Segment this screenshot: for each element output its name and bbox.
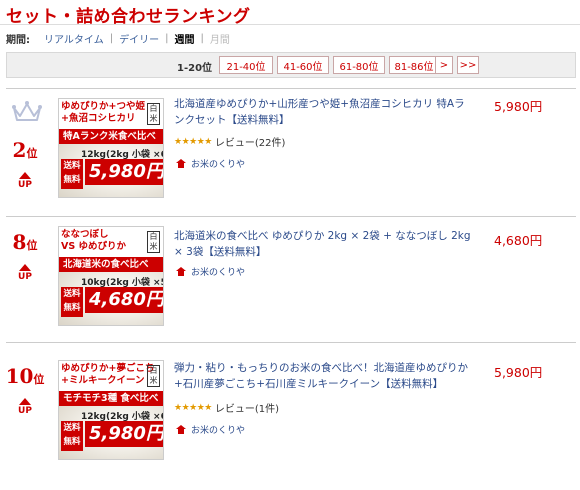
title-divider — [0, 24, 580, 25]
product-price: 5,980円 — [494, 99, 543, 114]
review-summary: ★★★★★ レビュー(22件) — [174, 134, 286, 150]
product-thumbnail[interactable]: ゆめぴりか+つや姫 +魚沼コシヒカリ 白米 特Aランク米食べ比べ 12kg(2kg… — [58, 98, 164, 198]
page-button-41-60[interactable]: 41-60位 — [277, 56, 329, 74]
product-price: 5,980円 — [494, 365, 543, 380]
rank-label: 10位 — [0, 364, 50, 388]
row-divider — [6, 342, 576, 343]
thumb-price: 5,980円 — [85, 421, 163, 447]
pagination-current: 1-20位 — [177, 63, 213, 74]
review-count-link[interactable]: レビュー(22件) — [215, 134, 286, 149]
shop-icon — [176, 267, 186, 276]
thumb-heading: ななつぼし VS ゆめぴりか — [61, 229, 147, 253]
period-realtime-link[interactable]: リアルタイム — [44, 31, 104, 46]
shop-link[interactable]: お米のくりや — [176, 157, 245, 170]
rank-number: 8 — [12, 230, 27, 254]
review-summary: ★★★★★ レビュー(1件) — [174, 400, 279, 416]
next-page-button[interactable]: > — [435, 56, 453, 74]
thumb-band: 特Aランク米食べ比べ — [59, 129, 163, 144]
period-monthly-disabled: 月間 — [209, 34, 230, 46]
shop-name: お米のくりや — [191, 426, 246, 436]
trend-up-indicator: UP — [0, 398, 50, 416]
trend-label: UP — [18, 180, 32, 190]
row-divider — [6, 216, 576, 217]
thumb-price: 5,980円 — [85, 159, 163, 185]
rating-stars: ★★★★★ — [174, 402, 212, 413]
thumb-seal: 白米 — [147, 103, 160, 125]
period-selector: 期間: リアルタイム | デイリー | 週間 | 月間 — [6, 30, 230, 46]
shop-icon — [176, 159, 186, 168]
shop-name: お米のくりや — [191, 160, 246, 170]
up-arrow-icon — [19, 172, 31, 179]
product-name-link[interactable]: 北海道産ゆめぴりか+山形産つや姫+魚沼産コシヒカリ 特Aランクセット【送料無料】 — [174, 96, 474, 128]
period-separator: | — [200, 32, 204, 44]
thumb-seal: 白米 — [147, 365, 160, 387]
rank-suffix: 位 — [26, 239, 38, 252]
thumb-seal: 白米 — [147, 231, 160, 253]
product-thumbnail[interactable]: ゆめぴりか+夢ごこち +ミルキークイーン 白米 モチモチ3種 食べ比べ 12kg(… — [58, 360, 164, 460]
up-arrow-icon — [19, 264, 31, 271]
product-price: 4,680円 — [494, 233, 543, 248]
shop-name: お米のくりや — [191, 268, 246, 278]
trend-label: UP — [18, 406, 32, 416]
thumb-line: +魚沼コシヒカリ — [61, 113, 136, 124]
thumb-line: ゆめぴりか+つや姫 — [61, 101, 145, 112]
review-count-link[interactable]: レビュー(1件) — [215, 400, 279, 415]
thumb-free-shipping: 送料無料 — [61, 287, 83, 317]
period-separator: | — [165, 32, 169, 44]
rank-number: 10 — [5, 364, 34, 388]
period-weekly-current: 週間 — [174, 34, 195, 46]
product-name-link[interactable]: 北海道米の食べ比べ ゆめぴりか 2kg × 2袋 + ななつぼし 2kg × 3… — [174, 228, 474, 260]
thumb-band: モチモチ3種 食べ比べ — [59, 391, 163, 406]
rank-label: 8位 — [0, 230, 50, 254]
thumb-line: ななつぼし — [61, 229, 109, 240]
rank-suffix: 位 — [26, 147, 38, 160]
rank-suffix: 位 — [33, 373, 45, 386]
page-button-81-86[interactable]: 81-86位 — [389, 56, 439, 74]
thumb-line: ゆめぴりか+夢ごこち — [61, 363, 155, 374]
thumb-price: 4,680円 — [85, 287, 163, 313]
thumb-heading: ゆめぴりか+つや姫 +魚沼コシヒカリ — [61, 101, 147, 125]
period-separator: | — [109, 32, 114, 44]
trend-label: UP — [18, 272, 32, 282]
product-name-link[interactable]: 弾力・粘り・もっちりのお米の食べ比べ！北海道産ゆめぴりか+石川産夢ごこち+石川産… — [174, 360, 474, 392]
row-divider — [6, 88, 576, 89]
shop-icon — [176, 425, 186, 434]
rank-number: 2 — [12, 138, 27, 162]
thumb-line: +ミルキークイーン — [61, 375, 145, 386]
rating-stars: ★★★★★ — [174, 136, 212, 147]
period-daily-link[interactable]: デイリー — [119, 31, 159, 46]
thumb-heading: ゆめぴりか+夢ごこち +ミルキークイーン — [61, 363, 155, 387]
period-label: 期間: — [6, 34, 30, 46]
thumb-free-shipping: 送料無料 — [61, 421, 83, 451]
product-thumbnail[interactable]: ななつぼし VS ゆめぴりか 白米 北海道米の食べ比べ 10kg(2kg 小袋 ×… — [58, 226, 164, 326]
thumb-free-shipping: 送料無料 — [61, 159, 83, 189]
thumb-band: 北海道米の食べ比べ — [59, 257, 163, 272]
trend-up-indicator: UP — [0, 264, 50, 282]
shop-link[interactable]: お米のくりや — [176, 423, 245, 436]
page-button-21-40[interactable]: 21-40位 — [219, 56, 273, 74]
trend-up-indicator: UP — [0, 172, 50, 190]
up-arrow-icon — [19, 398, 31, 405]
shop-link[interactable]: お米のくりや — [176, 265, 245, 278]
page-button-61-80[interactable]: 61-80位 — [333, 56, 385, 74]
thumb-line: VS ゆめぴりか — [61, 241, 127, 252]
crown-icon — [12, 101, 42, 121]
pagination-bar: 1-20位 21-40位 41-60位 61-80位 81-86位 > >> — [6, 52, 576, 78]
rank-label: 2位 — [0, 138, 50, 162]
last-page-button[interactable]: >> — [457, 56, 479, 74]
